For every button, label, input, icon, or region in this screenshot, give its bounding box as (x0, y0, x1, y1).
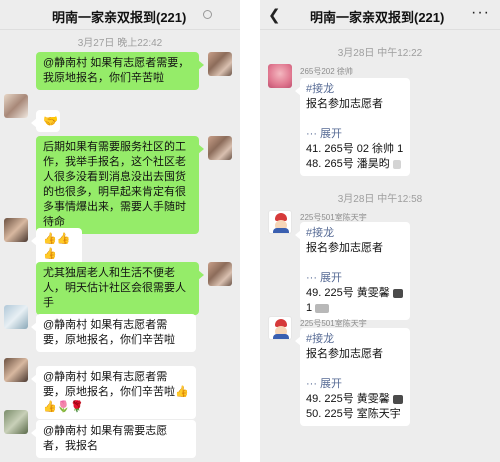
chat-message-bubble[interactable]: 尤其独居老人和生活不便老人，明天估计社区会很需要人手 (36, 262, 204, 315)
sender-name: 265号202 徐帅 (300, 67, 353, 76)
chat-message-bubble[interactable]: 🤝 (31, 110, 60, 132)
more-dots-icon[interactable]: ··· (471, 4, 490, 22)
chat-message-bubble[interactable]: @静南村 如果有志愿者需要，原地报名，你们辛苦啦 (31, 314, 196, 352)
solitaire-tag[interactable]: #接龙 (306, 226, 404, 241)
avatar[interactable] (268, 316, 292, 340)
solitaire-message-card[interactable]: #接龙 报名参加志愿者 ··· 展开 49. 225号 黄雯馨 1 (295, 222, 410, 320)
avatar[interactable] (268, 210, 292, 234)
avatar[interactable] (208, 262, 232, 286)
chat-title: 明南一家亲双报到(221) (52, 10, 187, 25)
message-timestamp: 3月28日 中午12:58 (337, 194, 423, 205)
solitaire-message-card[interactable]: #接龙 报名参加志愿者 ··· 展开 49. 225号 黄雯馨 50. 225号… (295, 328, 410, 426)
avatar[interactable] (4, 358, 28, 382)
avatar[interactable] (268, 64, 292, 88)
solitaire-tag[interactable]: #接龙 (306, 332, 404, 347)
chat-header: ❮ 明南一家亲双报到(221) ··· (260, 0, 500, 30)
solitaire-entry: 1 (306, 301, 404, 316)
solitaire-entry: 50. 225号 室陈天宇 (306, 407, 404, 422)
solitaire-entry: 41. 265号 02 徐帅 1 (306, 142, 404, 157)
solitaire-tag[interactable]: #接龙 (306, 82, 404, 97)
chat-message-bubble[interactable]: 后期如果有需要服务社区的工作，我举手报名，这个社区老人很多没看到消息没出去囤货的… (36, 136, 204, 234)
chat-screenshot-right: ❮ 明南一家亲双报到(221) ··· 3月28日 中午12:22 265号20… (260, 0, 500, 462)
expand-link[interactable]: ··· 展开 (306, 127, 404, 142)
message-timestamp: 3月28日 中午12:22 (337, 48, 423, 59)
avatar[interactable] (208, 136, 232, 160)
solitaire-title: 报名参加志愿者 (306, 98, 383, 110)
chevron-left-icon[interactable]: ❮ (268, 6, 281, 24)
chat-message-bubble[interactable]: @静南村 如果有志愿者需要，原地报名，你们辛苦啦👍👍🌷🌹 (31, 366, 196, 419)
chat-message-bubble[interactable]: 👍👍👍 (31, 228, 82, 266)
solitaire-title: 报名参加志愿者 (306, 348, 383, 360)
avatar[interactable] (4, 94, 28, 118)
chat-message-bubble[interactable]: @静南村 如果有志愿者需要，我原地报名，你们辛苦啦 (36, 52, 204, 90)
chat-header: 明南一家亲双报到(221) (0, 0, 240, 30)
avatar[interactable] (208, 52, 232, 76)
chat-title: 明南一家亲双报到(221) (310, 10, 445, 25)
solitaire-entry: 48. 265号 潘昊昀 (306, 157, 404, 172)
expand-link[interactable]: ··· 展开 (306, 271, 404, 286)
avatar[interactable] (4, 410, 28, 434)
avatar[interactable] (4, 305, 28, 329)
chat-message-bubble[interactable]: @静南村 如果有需要志愿者，我报名 (31, 420, 196, 458)
mute-icon (203, 10, 212, 19)
avatar[interactable] (4, 218, 28, 242)
chat-screenshot-left: 明南一家亲双报到(221) 3月27日 晚上22:42 @静南村 如果有志愿者需… (0, 0, 240, 462)
solitaire-entry: 49. 225号 黄雯馨 (306, 286, 404, 301)
solitaire-entry: 49. 225号 黄雯馨 (306, 392, 404, 407)
solitaire-title: 报名参加志愿者 (306, 242, 383, 254)
expand-link[interactable]: ··· 展开 (306, 377, 404, 392)
message-timestamp: 3月27日 晚上22:42 (77, 38, 163, 49)
solitaire-message-card[interactable]: #接龙 报名参加志愿者 ··· 展开 41. 265号 02 徐帅 1 48. … (295, 78, 410, 176)
